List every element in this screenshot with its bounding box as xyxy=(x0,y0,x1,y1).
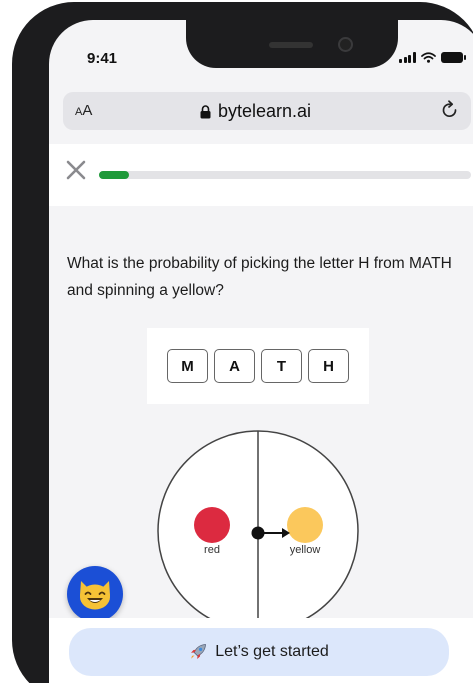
footer-bar: Let’s get started xyxy=(49,618,473,683)
status-icons xyxy=(399,52,466,63)
reload-icon[interactable] xyxy=(441,100,459,120)
question-text: What is the probability of picking the l… xyxy=(67,255,452,299)
spinner-section-red-label: red xyxy=(204,544,220,556)
letter-tile-m[interactable]: M xyxy=(167,349,208,383)
cat-emoji-icon xyxy=(80,581,110,610)
question-area: What is the probability of picking the l… xyxy=(49,206,473,636)
letter-tiles: MATH xyxy=(147,328,369,404)
mute-switch xyxy=(18,140,26,176)
url-text: bytelearn.ai xyxy=(218,101,312,121)
battery-icon xyxy=(440,52,466,63)
signal-icon xyxy=(399,52,416,63)
lesson-progress-fill xyxy=(99,171,129,179)
phone-screen: 9:41 AA bytelearn.ai What is the probabi… xyxy=(49,20,473,683)
spinner: red yellow xyxy=(157,430,359,632)
letter-tile-a[interactable]: A xyxy=(214,349,255,383)
letter-tile-t[interactable]: T xyxy=(261,349,302,383)
lets-get-started-button[interactable]: Let’s get started xyxy=(69,628,449,676)
cat-avatar-button[interactable] xyxy=(67,566,123,622)
lesson-header xyxy=(49,144,473,206)
spinner-section-yellow-dot xyxy=(287,507,323,543)
letter-tile-h[interactable]: H xyxy=(308,349,349,383)
speaker-grille xyxy=(269,42,313,48)
status-time: 9:41 xyxy=(87,50,118,67)
phone-frame: 9:41 AA bytelearn.ai What is the probabi… xyxy=(12,2,473,683)
volume-up-button xyxy=(18,207,26,277)
lock-icon xyxy=(200,104,211,118)
lets-get-started-label: Let’s get started xyxy=(215,643,329,660)
spinner-section-red-dot xyxy=(194,507,230,543)
url-display[interactable]: bytelearn.ai xyxy=(200,101,311,122)
notch xyxy=(186,20,398,68)
rocket-icon xyxy=(191,644,207,659)
spinner-section-yellow-label: yellow xyxy=(290,544,321,556)
lesson-progress-bar xyxy=(99,171,471,179)
close-icon[interactable] xyxy=(65,159,87,181)
text-size-button[interactable]: AA xyxy=(75,102,92,119)
front-camera xyxy=(338,37,353,52)
volume-down-button xyxy=(18,294,26,364)
wifi-icon xyxy=(420,52,436,63)
browser-address-bar[interactable]: AA bytelearn.ai xyxy=(63,92,471,130)
